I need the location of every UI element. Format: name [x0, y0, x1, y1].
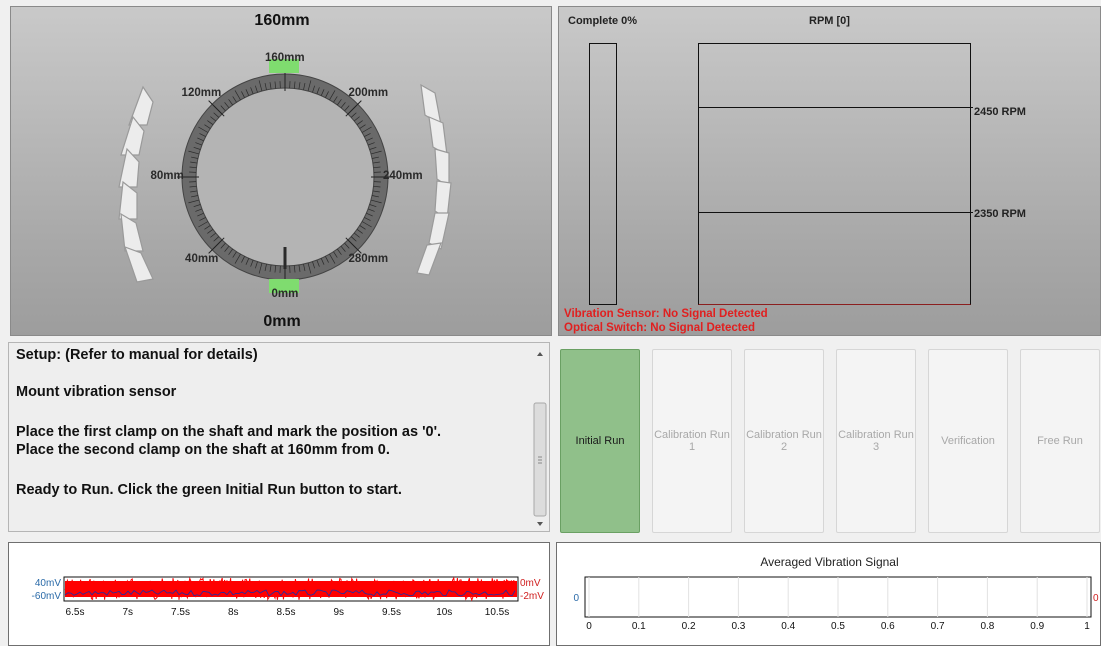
avg-chart-x-tick-label: 0.6 — [881, 621, 895, 632]
dial-mark-label: 0mm — [271, 288, 299, 300]
completion-progress-bar — [589, 43, 617, 305]
setup-step-second-clamp: Place the second clamp on the shaft at 1… — [16, 442, 390, 458]
waveform-x-tick-label: 6.5s — [66, 607, 85, 618]
dial-mark-label: 80mm — [150, 170, 184, 182]
setup-instructions-panel[interactable]: Setup: (Refer to manual for details) Mou… — [8, 342, 550, 532]
waveform-x-tick-label: 10s — [436, 607, 452, 618]
verification-button[interactable]: Verification — [928, 349, 1008, 533]
rpm-lower-line — [699, 212, 973, 213]
calibration-run-3-button[interactable]: Calibration Run 3 — [836, 349, 916, 533]
averaged-vibration-panel: Averaged Vibration Signal 0 0 0 0.1 0.2 0.3… — [556, 542, 1101, 646]
rpm-upper-label: 2450 RPM — [974, 106, 1026, 118]
waveform-x-tick-label: 7s — [122, 607, 133, 618]
complete-label: Complete 0% — [568, 15, 638, 27]
optical-switch-warning: Optical Switch: No Signal Detected — [564, 322, 756, 334]
waveform-x-tick-label: 9.5s — [382, 607, 401, 618]
avg-chart-y-left-label: 0 — [573, 593, 579, 604]
vibration-waveform-panel: 40mV -60mV 0mV -2mV 6.5s 7s 7.5s 8s 8.5s 9s 9.… — [8, 542, 550, 646]
vibration-sensor-warning: Vibration Sensor: No Signal Detected — [564, 308, 768, 320]
setup-step-mount: Mount vibration sensor — [16, 384, 177, 400]
dial-mark-label: 280mm — [348, 253, 389, 266]
avg-chart-x-tick-label: 0.1 — [632, 621, 646, 632]
waveform-left-top-label: 40mV — [35, 578, 61, 589]
setup-step-first-clamp: Place the first clamp on the shaft and m… — [16, 424, 442, 440]
dial-mark-label: 200mm — [348, 86, 389, 99]
initial-run-button[interactable]: Initial Run — [560, 349, 640, 533]
calibration-run-2-button[interactable]: Calibration Run 2 — [744, 349, 824, 533]
free-run-button[interactable]: Free Run — [1020, 349, 1100, 533]
avg-chart-x-tick-label: 0.5 — [831, 621, 845, 632]
avg-chart-x-tick-label: 0.3 — [731, 621, 745, 632]
dial-mark-label: 240mm — [383, 170, 423, 182]
scroll-up-icon — [537, 352, 543, 356]
avg-chart-x-tick-label: 1 — [1084, 621, 1090, 632]
rotate-left-arrows-icon[interactable] — [118, 85, 154, 283]
waveform-x-tick-label: 8.5s — [277, 607, 296, 618]
scroll-down-icon — [537, 522, 543, 526]
rpm-upper-line — [699, 107, 973, 108]
setup-step-ready: Ready to Run. Click the green Initial Ru… — [16, 482, 402, 498]
waveform-x-tick-label: 10.5s — [485, 607, 509, 618]
rpm-gauge — [698, 43, 973, 305]
waveform-right-top-label: 0mV — [520, 578, 541, 589]
rpm-label: RPM [0] — [809, 15, 850, 27]
waveform-left-bottom-label: -60mV — [32, 591, 62, 602]
avg-chart-y-right-label: 0 — [1093, 593, 1099, 604]
calibration-run-1-button[interactable]: Calibration Run 1 — [652, 349, 732, 533]
avg-chart-x-tick-label: 0.2 — [682, 621, 696, 632]
progress-rpm-panel: Complete 0% RPM [0] 2450 RPM 2350 RPM Vi… — [558, 6, 1101, 336]
avg-chart-x-tick-label: 0.4 — [781, 621, 795, 632]
waveform-right-bottom-label: -2mV — [520, 591, 544, 602]
run-step-buttons: Initial Run Calibration Run 1 Calibratio… — [556, 342, 1101, 536]
waveform-x-tick-label: 9s — [333, 607, 344, 618]
clamp-position-dial-panel: 160mm 0mm 160mm 120mm 200mm 80mm 240mm 4… — [10, 6, 552, 336]
setup-heading: Setup: (Refer to manual for details) — [16, 347, 258, 363]
waveform-x-tick-label: 7.5s — [171, 607, 190, 618]
avg-chart-x-tick-label: 0.9 — [1030, 621, 1044, 632]
avg-chart-x-tick-label: 0 — [586, 621, 592, 632]
setup-scrollbar[interactable] — [533, 345, 547, 529]
rpm-lower-label: 2350 RPM — [974, 208, 1026, 220]
dial-mark-label: 120mm — [181, 86, 222, 99]
dial-mark-label: 160mm — [265, 52, 305, 64]
dial-mark-label: 40mm — [185, 253, 219, 266]
waveform-x-tick-label: 8s — [228, 607, 239, 618]
avg-chart-x-tick-label: 0.7 — [931, 621, 945, 632]
avg-chart-x-tick-label: 0.8 — [980, 621, 994, 632]
